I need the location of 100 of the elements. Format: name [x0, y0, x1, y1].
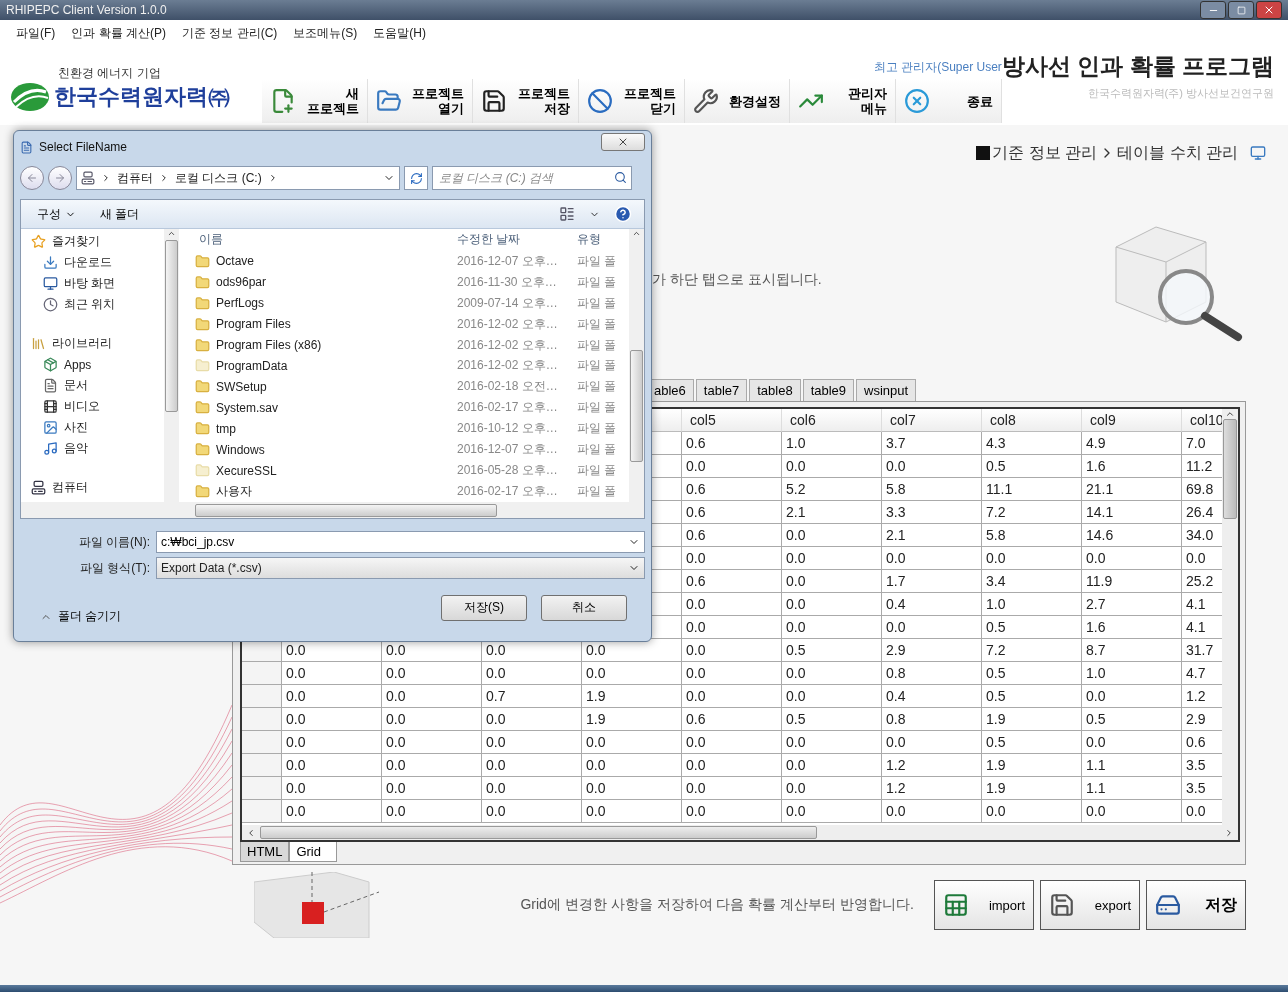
table-cell[interactable]: 14.6 [1082, 524, 1182, 547]
table-cell[interactable]: 0.0 [582, 662, 682, 685]
column-header[interactable]: col5 [682, 409, 782, 432]
table-cell[interactable]: 7.2 [982, 501, 1082, 524]
table-cell[interactable]: 0.0 [282, 708, 382, 731]
table-cell[interactable]: 0.0 [382, 800, 482, 823]
table-cell[interactable]: 0.0 [882, 731, 982, 754]
organize-button[interactable]: 구성 [33, 203, 80, 225]
table-cell[interactable]: 0.8 [882, 708, 982, 731]
scrollbar[interactable] [164, 229, 179, 502]
column-header[interactable]: col8 [982, 409, 1082, 432]
scrollbar-thumb[interactable] [165, 240, 178, 412]
menu-item[interactable]: 도움말(H) [365, 25, 434, 42]
table-cell[interactable]: 1.6 [1082, 616, 1182, 639]
scrollbar-thumb[interactable] [1223, 419, 1237, 519]
table-cell[interactable]: 1.6 [1082, 455, 1182, 478]
table-cell[interactable]: 0.0 [282, 731, 382, 754]
nav-item[interactable]: Apps [31, 354, 164, 375]
import-button[interactable]: import [934, 880, 1034, 930]
file-row[interactable]: PerfLogs 2009-07-14 오후… 파일 폴 [195, 292, 629, 314]
table-cell[interactable]: 0.0 [882, 455, 982, 478]
table-cell[interactable]: 0.5 [982, 616, 1082, 639]
table-cell[interactable]: 0.0 [1082, 547, 1182, 570]
file-row[interactable]: tmp 2016-10-12 오후… 파일 폴 [195, 418, 629, 440]
table-cell[interactable]: 1.2 [882, 754, 982, 777]
table-cell[interactable]: 0.0 [482, 662, 582, 685]
nav-item[interactable]: 사진 [31, 417, 164, 438]
table-cell[interactable]: 0.0 [382, 662, 482, 685]
table-cell[interactable]: 0.0 [682, 547, 782, 570]
scroll-up-icon[interactable] [632, 229, 641, 238]
new-folder-button[interactable]: 새 폴더 [96, 203, 144, 225]
back-button[interactable] [20, 166, 44, 190]
maximize-button[interactable] [1228, 1, 1254, 19]
table-cell[interactable]: 14.1 [1082, 501, 1182, 524]
file-row[interactable]: Program Files (x86) 2016-12-02 오후… 파일 폴 [195, 334, 629, 356]
row-header[interactable] [242, 685, 282, 708]
row-header[interactable] [242, 754, 282, 777]
table-cell[interactable]: 0.8 [882, 662, 982, 685]
table-cell[interactable]: 3.7 [882, 432, 982, 455]
table-cell[interactable]: 0.0 [782, 754, 882, 777]
forward-button[interactable] [48, 166, 72, 190]
table-cell[interactable]: 0.0 [382, 685, 482, 708]
table-cell[interactable]: 1.9 [982, 754, 1082, 777]
table-cell[interactable]: 0.0 [382, 708, 482, 731]
table-cell[interactable]: 0.0 [682, 639, 782, 662]
cancel-button[interactable]: 취소 [541, 594, 627, 621]
chevron-right-icon[interactable] [101, 173, 111, 183]
table-cell[interactable]: 2.1 [782, 501, 882, 524]
save-button[interactable]: 저장(S) [441, 594, 527, 621]
scroll-left-icon[interactable] [246, 827, 256, 838]
table-cell[interactable]: 0.0 [582, 731, 682, 754]
table-cell[interactable]: 0.0 [282, 800, 382, 823]
table-cell[interactable]: 0.0 [882, 616, 982, 639]
view-options-icon[interactable] [559, 206, 575, 222]
table-cell[interactable]: 0.0 [382, 777, 482, 800]
table-cell[interactable]: 0.6 [682, 570, 782, 593]
toolbar-button[interactable]: 관리자 메뉴 [790, 79, 897, 123]
table-cell[interactable]: 0.0 [682, 685, 782, 708]
file-row[interactable]: Program Files 2016-12-02 오후… 파일 폴 [195, 313, 629, 335]
table-cell[interactable]: 0.0 [482, 800, 582, 823]
table-cell[interactable]: 0.0 [782, 524, 882, 547]
file-row[interactable]: SWSetup 2016-02-18 오전… 파일 폴 [195, 376, 629, 398]
table-cell[interactable]: 0.0 [582, 777, 682, 800]
column-header[interactable]: col7 [882, 409, 982, 432]
column-header[interactable]: col9 [1082, 409, 1182, 432]
table-cell[interactable]: 5.2 [782, 478, 882, 501]
table-cell[interactable]: 0.5 [782, 639, 882, 662]
toolbar-button[interactable]: 종료 [896, 79, 1002, 123]
table-cell[interactable]: 0.0 [782, 800, 882, 823]
column-header[interactable]: col6 [782, 409, 882, 432]
table-cell[interactable]: 0.6 [682, 524, 782, 547]
table-cell[interactable]: 4.3 [982, 432, 1082, 455]
nav-item[interactable]: 음악 [31, 438, 164, 459]
table-cell[interactable]: 0.0 [1082, 685, 1182, 708]
scroll-right-icon[interactable] [1224, 827, 1234, 838]
table-cell[interactable]: 1.1 [1082, 754, 1182, 777]
scroll-up-icon[interactable] [1225, 409, 1235, 419]
table-cell[interactable]: 0.0 [682, 616, 782, 639]
table-cell[interactable]: 0.6 [682, 708, 782, 731]
table-cell[interactable]: 0.5 [982, 455, 1082, 478]
help-icon[interactable] [614, 205, 632, 223]
table-cell[interactable]: 0.0 [282, 754, 382, 777]
table-cell[interactable]: 0.0 [782, 593, 882, 616]
table-cell[interactable]: 0.0 [682, 455, 782, 478]
toolbar-button[interactable]: 프로젝트 닫기 [579, 79, 685, 123]
chevron-right-icon[interactable] [159, 173, 169, 183]
table-cell[interactable]: 1.9 [582, 685, 682, 708]
file-row[interactable]: Octave 2016-12-07 오후… 파일 폴 [195, 250, 629, 272]
view-tab[interactable]: HTML [240, 842, 290, 863]
table-cell[interactable]: 1.0 [1082, 662, 1182, 685]
scroll-up-icon[interactable] [167, 229, 176, 238]
table-cell[interactable]: 0.0 [982, 547, 1082, 570]
scrollbar-thumb[interactable] [260, 826, 817, 840]
table-cell[interactable]: 1.9 [582, 708, 682, 731]
row-header[interactable] [242, 708, 282, 731]
address-bar[interactable]: 컴퓨터 로컬 디스크 (C:) [76, 166, 400, 190]
table-cell[interactable]: 11.1 [982, 478, 1082, 501]
table-cell[interactable]: 0.0 [682, 777, 782, 800]
nav-item[interactable]: 다운로드 [31, 252, 164, 273]
table-cell[interactable]: 0.0 [482, 731, 582, 754]
